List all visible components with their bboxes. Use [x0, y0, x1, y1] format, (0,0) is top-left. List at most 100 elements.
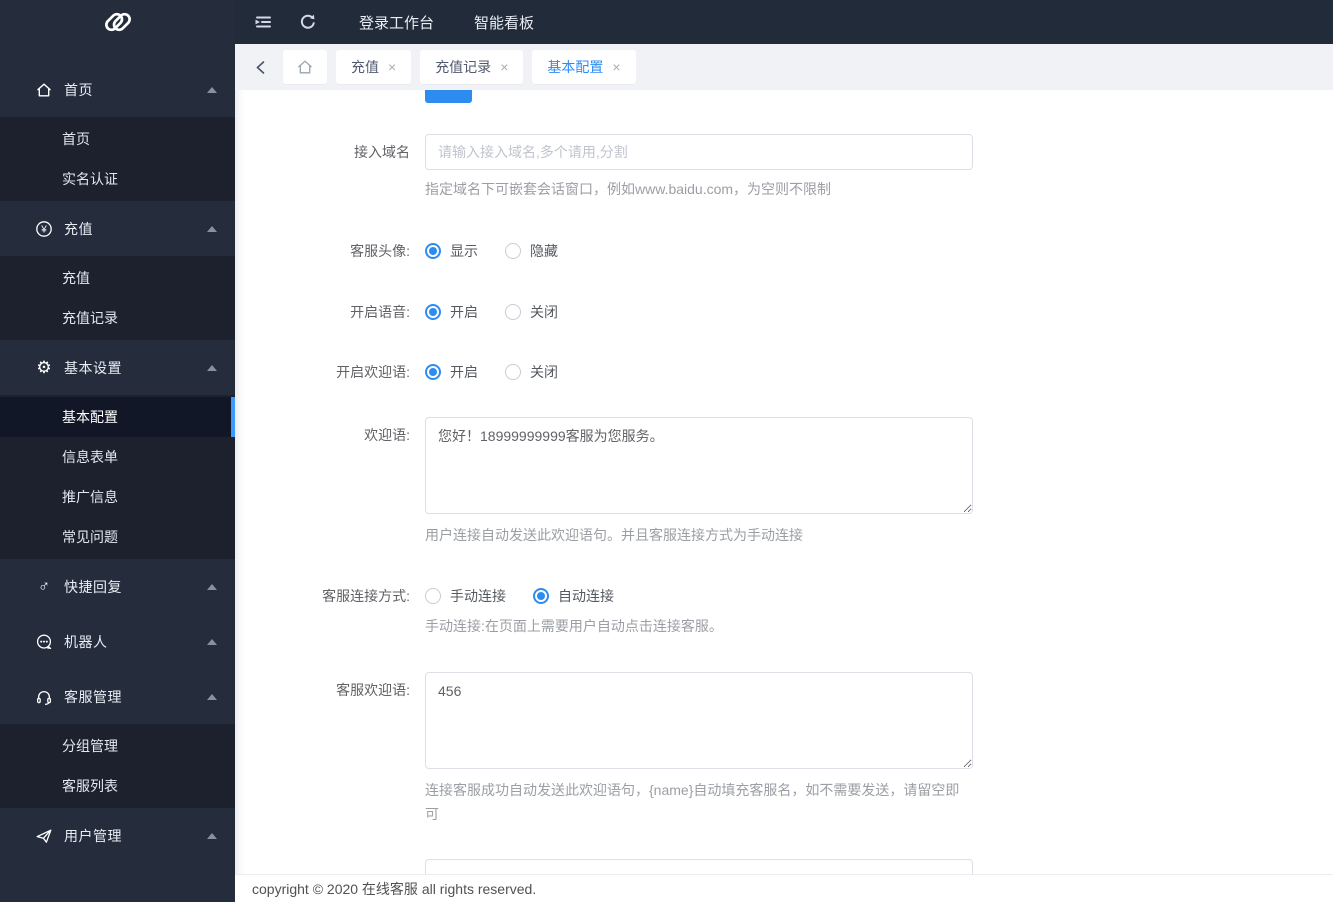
sidebar: 首页 首页 实名认证 ¥ 充值 充值 充值记录 ⚙ 基本设置 基本配置 信息表单… [0, 0, 235, 902]
chevron-up-icon [207, 86, 217, 93]
sidebar-subitem-label: 客服列表 [62, 778, 118, 794]
sidebar-item-recharge[interactable]: ¥ 充值 [0, 201, 235, 256]
radio-option-manual-connect[interactable]: 手动连接 [425, 586, 506, 606]
chevron-up-icon [207, 693, 217, 700]
field-label-enable-welcome: 开启欢迎语: [336, 364, 410, 380]
tab-label: 充值 [351, 59, 379, 75]
close-icon[interactable]: × [500, 60, 508, 74]
sidebar-item-basic-settings[interactable]: ⚙ 基本设置 [0, 340, 235, 395]
sidebar-item-user-management[interactable]: 用户管理 [0, 808, 235, 863]
radio-option-show[interactable]: 显示 [425, 241, 478, 261]
tab-recharge[interactable]: 充值 × [336, 50, 412, 84]
radio-option-off[interactable]: 关闭 [505, 302, 558, 322]
copyright-text: copyright © 2020 在线客服 all rights reserve… [252, 880, 537, 897]
radio-icon[interactable] [505, 364, 521, 380]
agent-welcome-textarea[interactable]: 456 [425, 672, 973, 769]
tab-home[interactable] [283, 50, 327, 84]
sidebar-subitem-label: 充值记录 [62, 310, 118, 326]
sidebar-item-home[interactable]: 首页 [0, 62, 235, 117]
sidebar-subitem-agent-list[interactable]: 客服列表 [0, 766, 235, 806]
radio-icon[interactable] [425, 243, 441, 259]
submenu-home: 首页 实名认证 [0, 117, 235, 201]
sidebar-subitem-home[interactable]: 首页 [0, 119, 235, 159]
radio-option-off[interactable]: 关闭 [505, 362, 558, 382]
field-label-enable-voice: 开启语音: [350, 304, 410, 320]
collapse-sidebar-icon[interactable] [249, 9, 275, 35]
field-hint: 手动连接:在页面上需要用户自动点击连接客服。 [425, 618, 723, 634]
radio-icon[interactable] [425, 588, 441, 604]
radio-option-on[interactable]: 开启 [425, 302, 478, 322]
field-label-access-domain: 接入域名 [354, 144, 410, 160]
topbar-item-workbench[interactable]: 登录工作台 [359, 12, 434, 33]
submenu-agent-management: 分组管理 客服列表 [0, 724, 235, 808]
tab-label: 基本配置 [547, 59, 604, 75]
sidebar-subitem-basic-config[interactable]: 基本配置 [0, 397, 235, 437]
enable-welcome-radio-group: 开启 关闭 [425, 362, 585, 382]
app-window: 首页 首页 实名认证 ¥ 充值 充值 充值记录 ⚙ 基本设置 基本配置 信息表单… [0, 0, 1333, 902]
sidebar-subitem-label: 分组管理 [62, 738, 118, 754]
footer: copyright © 2020 在线客服 all rights reserve… [235, 874, 1333, 902]
sidebar-subitem-info-form[interactable]: 信息表单 [0, 437, 235, 477]
radio-icon[interactable] [505, 243, 521, 259]
sidebar-item-label: 基本设置 [64, 359, 122, 376]
radio-label: 关闭 [530, 304, 558, 320]
chevron-up-icon [207, 364, 217, 371]
chevron-up-icon [207, 832, 217, 839]
home-icon [34, 81, 54, 99]
back-arrow-icon[interactable] [249, 56, 271, 78]
radio-icon[interactable] [533, 588, 549, 604]
field-label-connect-mode: 客服连接方式: [322, 588, 410, 604]
paper-plane-icon [34, 827, 54, 845]
radio-label: 自动连接 [558, 588, 614, 604]
topbar-item-dashboard[interactable]: 智能看板 [474, 12, 534, 33]
welcome-message-textarea[interactable]: 您好！18999999999客服为您服务。 [425, 417, 973, 514]
sidebar-item-quick-reply[interactable]: ♂ 快捷回复 [0, 559, 235, 614]
sidebar-subitem-label: 推广信息 [62, 489, 118, 505]
radio-icon[interactable] [425, 364, 441, 380]
radio-option-on[interactable]: 开启 [425, 362, 478, 382]
svg-text:¥: ¥ [40, 224, 47, 235]
field-hint: 连接客服成功自动发送此欢迎语句，{name}自动填充客服名，如不需要发送，请留空… [425, 782, 960, 822]
radio-icon[interactable] [505, 304, 521, 320]
sidebar-item-robot[interactable]: 机器人 [0, 614, 235, 669]
gear-icon: ⚙ [36, 358, 52, 377]
submenu-basic-settings: 基本配置 信息表单 推广信息 常见问题 [0, 395, 235, 559]
radio-label: 关闭 [530, 364, 558, 380]
chevron-up-icon [207, 638, 217, 645]
sidebar-item-agent-management[interactable]: 客服管理 [0, 669, 235, 724]
sidebar-subitem-label: 基本配置 [62, 409, 118, 425]
radio-label: 开启 [450, 364, 478, 380]
sidebar-subitem-group-management[interactable]: 分组管理 [0, 726, 235, 766]
access-domain-input[interactable] [425, 134, 973, 170]
settings-form: 接入域名 指定域名下可嵌套会话窗口，例如www.baidu.com，为空则不限制… [235, 90, 1333, 874]
sidebar-subitem-label: 首页 [62, 131, 90, 147]
radio-label: 显示 [450, 243, 478, 259]
radio-option-auto-connect[interactable]: 自动连接 [533, 586, 614, 606]
logo-icon [104, 12, 131, 32]
sidebar-subitem-promotion-info[interactable]: 推广信息 [0, 477, 235, 517]
sidebar-item-label: 充值 [64, 220, 93, 237]
home-icon [298, 60, 312, 74]
chevron-up-icon [207, 583, 217, 590]
radio-icon[interactable] [425, 304, 441, 320]
scrolled-blue-button[interactable] [425, 90, 472, 103]
tab-recharge-records[interactable]: 充值记录 × [420, 50, 524, 84]
sidebar-subitem-faq[interactable]: 常见问题 [0, 517, 235, 557]
sidebar-menu: 首页 首页 实名认证 ¥ 充值 充值 充值记录 ⚙ 基本设置 基本配置 信息表单… [0, 44, 235, 863]
sidebar-subitem-recharge-records[interactable]: 充值记录 [0, 298, 235, 338]
sidebar-subitem-realname-auth[interactable]: 实名认证 [0, 159, 235, 199]
connect-mode-radio-group: 手动连接 自动连接 [425, 586, 641, 606]
close-icon[interactable]: × [388, 60, 396, 74]
radio-label: 手动连接 [450, 588, 506, 604]
sidebar-item-label: 客服管理 [64, 688, 122, 705]
robot-icon [34, 633, 54, 651]
enable-voice-radio-group: 开启 关闭 [425, 302, 585, 322]
tab-basic-config[interactable]: 基本配置 × [532, 50, 636, 84]
sidebar-subitem-recharge[interactable]: 充值 [0, 258, 235, 298]
scrolled-bottom-input[interactable] [425, 859, 973, 874]
topbar: 登录工作台 智能看板 [235, 0, 1333, 44]
sidebar-subitem-label: 常见问题 [62, 529, 118, 545]
close-icon[interactable]: × [612, 60, 620, 74]
refresh-icon[interactable] [295, 9, 321, 35]
radio-option-hide[interactable]: 隐藏 [505, 241, 558, 261]
